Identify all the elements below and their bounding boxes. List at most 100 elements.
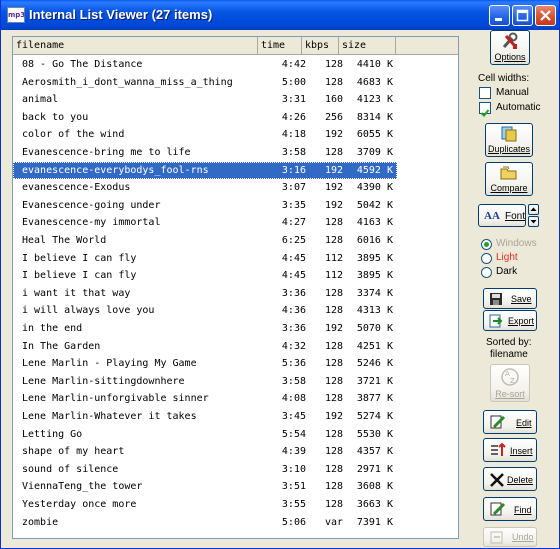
list-item[interactable]: Lene Marlin - Playing My Game 5:36 128 5246…: [13, 355, 397, 373]
cell-time: 4:08: [281, 393, 306, 405]
list-item[interactable]: Evanescence-bring me to life 3:58 128 3709 …: [13, 144, 397, 162]
cell-size: 4410 K: [356, 59, 393, 70]
cell-kbps: 128: [324, 340, 343, 352]
save-label: Save: [511, 294, 532, 304]
cell-kbps: var: [324, 516, 343, 528]
list-item[interactable]: Lene Marlin-unforgivable sinner 4:08 128 38…: [13, 390, 397, 408]
duplicates-button[interactable]: Duplicates: [485, 123, 533, 157]
cell-time: 6:25: [281, 235, 306, 246]
list-item[interactable]: Yesterday once more 3:55 128 3663 K: [13, 496, 397, 514]
cell-size: 4163 K: [356, 217, 393, 229]
automatic-checkbox[interactable]: [479, 102, 491, 117]
cell-size: 3895 K: [356, 270, 393, 282]
cell-size: 4313 K: [356, 305, 393, 317]
list-item[interactable]: i will always love you 4:36 128 4313 K: [13, 302, 397, 320]
window-title: Internal List Viewer (27 items): [29, 7, 213, 22]
cell-kbps: 112: [324, 252, 343, 264]
cell-time: 3:07: [281, 182, 306, 194]
title-bar[interactable]: mp3 Internal List Viewer (27 items): [1, 0, 559, 30]
cell-time: 3:31: [281, 94, 306, 106]
save-button[interactable]: Save: [483, 288, 537, 309]
list-item[interactable]: sound of silence 3:10 128 2971 K: [13, 461, 397, 479]
list-item[interactable]: i want it that way 3:36 128 3374 K: [13, 285, 397, 303]
cell-size: 7391 K: [356, 516, 393, 528]
theme-windows-radio[interactable]: [481, 239, 492, 250]
list-item[interactable]: In The Garden 4:32 128 4251 K: [13, 338, 397, 356]
undo-button[interactable]: Undo: [483, 527, 537, 547]
minimize-button[interactable]: [489, 5, 510, 26]
close-button[interactable]: [535, 5, 556, 26]
font-button[interactable]: AA Font: [478, 204, 526, 227]
cell-filename: evanescence-Exodus: [22, 182, 131, 194]
column-header-filename[interactable]: filename: [13, 37, 258, 55]
list-item[interactable]: Lene Marlin-sittingdownhere 3:58 128 3721 K: [13, 373, 397, 391]
cell-size: 4592 K: [356, 164, 393, 176]
column-header-time[interactable]: time: [258, 37, 302, 55]
export-button[interactable]: Export: [483, 310, 537, 331]
file-list[interactable]: filename time kbps size 08 - Go The Dist…: [12, 36, 459, 539]
insert-label: Insert: [510, 446, 533, 456]
options-label: Options: [494, 52, 526, 62]
cell-kbps: 128: [324, 217, 343, 229]
list-item[interactable]: Letting Go 5:54 128 5530 K: [13, 426, 397, 444]
column-header-spacer: [396, 37, 458, 55]
list-item[interactable]: Aerosmith_i_dont_wanna_miss_a_thing 5:00 1…: [13, 74, 397, 92]
theme-dark-radio[interactable]: [481, 267, 492, 278]
insert-button[interactable]: Insert: [483, 438, 537, 462]
compare-button[interactable]: Compare: [485, 162, 533, 196]
list-header: filename time kbps size: [13, 37, 458, 55]
column-header-kbps[interactable]: kbps: [302, 37, 339, 55]
cell-size: 3663 K: [356, 499, 393, 510]
cell-filename: In The Garden: [22, 340, 101, 352]
manual-checkbox[interactable]: [479, 87, 491, 99]
cell-time: 4:42: [281, 59, 306, 70]
list-item[interactable]: in the end 3:36 192 5070 K: [13, 320, 397, 338]
cell-size: 5274 K: [356, 411, 393, 422]
list-item[interactable]: animal 3:31 160 4123 K: [13, 91, 397, 109]
column-header-size[interactable]: size: [339, 37, 396, 55]
theme-light-radio[interactable]: [481, 253, 492, 264]
cell-filename: Lene Marlin-unforgivable sinner: [22, 393, 209, 405]
cell-time: 3:55: [281, 499, 306, 510]
cell-time: 3:51: [281, 481, 306, 493]
svg-text:Z: Z: [510, 377, 515, 385]
list-item[interactable]: evanescence-Exodus 3:07 192 4390 K: [13, 179, 397, 197]
find-button[interactable]: Find: [483, 497, 537, 521]
cell-filename: I believe I can fly: [22, 252, 137, 264]
cell-filename: Lene Marlin-Whatever it takes: [22, 411, 197, 422]
list-item[interactable]: I believe I can fly 4:45 112 3895 K: [13, 250, 397, 268]
list-item[interactable]: back to you 4:26 256 8314 K: [13, 109, 397, 127]
maximize-button[interactable]: [512, 5, 533, 26]
list-item[interactable]: evanescence-everybodys_fool-rns 3:16 192 45…: [13, 161, 397, 180]
cell-time: 3:10: [281, 463, 306, 475]
cell-kbps: 128: [324, 76, 343, 88]
list-item[interactable]: Evanescence-my immortal 4:27 128 4163 K: [13, 214, 397, 232]
wrench-screwdriver-icon: [502, 32, 518, 49]
options-button[interactable]: Options: [490, 30, 530, 65]
cell-size: 3877 K: [356, 393, 393, 405]
font-glyph-icon: AA: [484, 210, 500, 222]
list-item[interactable]: shape of my heart 4:39 128 4357 K: [13, 443, 397, 461]
list-item[interactable]: Heal The World 6:25 128 6016 K: [13, 232, 397, 250]
delete-x-icon: [490, 473, 504, 487]
folders-icon: [500, 166, 517, 180]
list-item[interactable]: zombie 5:06 var 7391 K: [13, 514, 397, 532]
cell-filename: i will always love you: [22, 305, 155, 317]
font-size-down-button[interactable]: [528, 216, 539, 227]
list-item[interactable]: color of the wind 4:18 192 6055 K: [13, 126, 397, 144]
list-item[interactable]: I believe I can fly 4:45 112 3895 K: [13, 267, 397, 285]
list-item[interactable]: ViennaTeng_the tower 3:51 128 3608 K: [13, 478, 397, 496]
resort-label: Re-sort: [495, 389, 525, 399]
cell-kbps: 128: [324, 446, 343, 458]
list-item[interactable]: Evanescence-going under 3:35 192 5042 K: [13, 197, 397, 215]
edit-button[interactable]: Edit: [483, 410, 537, 434]
cell-time: 4:32: [281, 340, 306, 352]
list-item[interactable]: 08 - Go The Distance 4:42 128 4410 K: [13, 56, 397, 74]
font-size-up-button[interactable]: [528, 204, 539, 215]
cell-time: 3:36: [281, 323, 306, 334]
list-item[interactable]: Lene Marlin-Whatever it takes 3:45 192 5274…: [13, 408, 397, 426]
delete-button[interactable]: Delete: [483, 467, 537, 491]
sorted-by-value: filename: [490, 349, 528, 360]
cell-kbps: 128: [324, 463, 343, 475]
resort-button[interactable]: A Z Re-sort: [490, 364, 530, 402]
